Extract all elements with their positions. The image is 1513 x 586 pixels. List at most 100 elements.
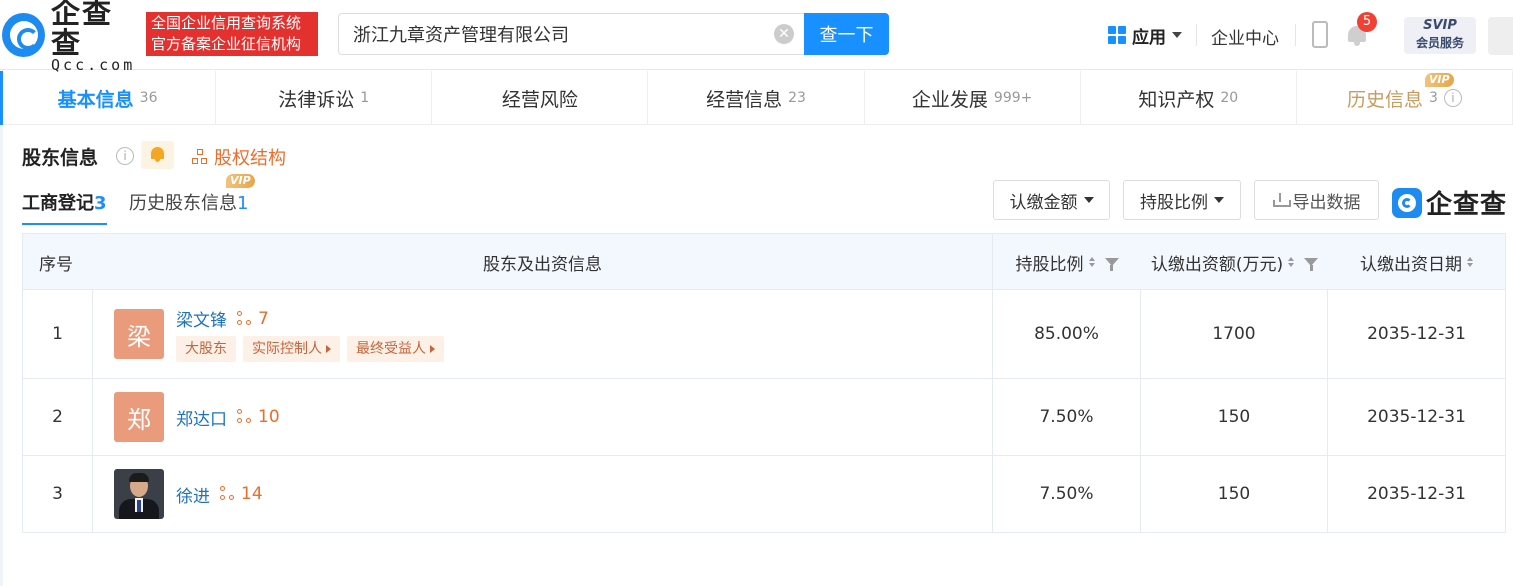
col-amount-label: 认缴出资额(万元) xyxy=(1150,254,1284,275)
shareholder-cell: 徐进 14 xyxy=(93,456,993,532)
ratio-cell: 7.50% xyxy=(993,456,1141,532)
info-icon[interactable]: i xyxy=(1443,89,1462,107)
credit-badge: 全国企业信用查询系统 官方备案企业征信机构 xyxy=(146,12,318,56)
relation-link[interactable]: 7 xyxy=(237,309,269,329)
tab-label: 经营信息 xyxy=(706,88,783,111)
tag-beneficiary[interactable]: 最终受益人 xyxy=(347,336,444,362)
row-index: 2 xyxy=(23,379,93,455)
tab-count: 1 xyxy=(360,90,370,106)
top-header: 企查查 Qcc.com 全国企业信用查询系统 官方备案企业征信机构 ✕ 查一下 … xyxy=(0,0,1513,73)
shareholder-name-link[interactable]: 梁文锋 xyxy=(176,306,227,331)
caret-right-icon xyxy=(430,345,435,353)
avatar[interactable]: 梁 xyxy=(114,309,164,359)
filter-amount-label: 认缴金额 xyxy=(1009,192,1078,213)
tab-label: 法律诉讼 xyxy=(278,88,355,111)
bell-icon[interactable] xyxy=(141,141,174,169)
relation-link[interactable]: 14 xyxy=(220,484,263,504)
filter-ratio-dropdown[interactable]: 持股比例 xyxy=(1123,180,1241,220)
ratio-cell: 85.00% xyxy=(993,290,1141,378)
search-box: ✕ xyxy=(338,13,804,55)
date-cell: 2035-12-31 xyxy=(1367,324,1466,344)
col-shareholder: 股东及出资信息 xyxy=(93,234,993,290)
amount-cell: 150 xyxy=(1141,456,1328,532)
filter-icon[interactable] xyxy=(1104,258,1119,271)
tag-label: 实际控制人 xyxy=(252,341,322,357)
ratio-cell: 7.50% xyxy=(993,379,1141,455)
tab-development[interactable]: 企业发展 999+ xyxy=(865,71,1081,125)
tag-major-shareholder: 大股东 xyxy=(176,336,236,362)
notification-count-badge: 5 xyxy=(1357,12,1377,32)
col-amount[interactable]: 认缴出资额(万元) xyxy=(1141,234,1328,290)
vip-badge: VIP xyxy=(1424,73,1454,87)
watermark-text: 企查查 xyxy=(1426,190,1508,220)
subtab-label: 历史股东信息 xyxy=(129,193,237,214)
tag-actual-controller[interactable]: 实际控制人 xyxy=(243,336,340,362)
search-input[interactable] xyxy=(339,14,759,54)
equity-structure-link[interactable]: 股权结构 xyxy=(192,144,286,170)
tab-count: 3 xyxy=(1428,90,1438,106)
clear-icon[interactable]: ✕ xyxy=(774,24,794,44)
row-index: 3 xyxy=(23,456,93,532)
tab-label: 历史信息 xyxy=(1346,88,1423,111)
info-icon[interactable]: i xyxy=(116,147,134,165)
sort-icon[interactable] xyxy=(1467,257,1473,267)
tab-label: 知识产权 xyxy=(1138,88,1215,111)
tab-history[interactable]: 历史信息 3 i VIP xyxy=(1297,71,1513,125)
mobile-phone-icon[interactable] xyxy=(1312,21,1328,48)
tab-label: 企业发展 xyxy=(911,88,988,111)
sort-icon[interactable] xyxy=(1288,257,1295,267)
shareholder-cell: 郑 郑达口 10 xyxy=(93,379,993,455)
logo[interactable]: 企查查 Qcc.com xyxy=(2,0,142,73)
subtab-registration[interactable]: 工商登记3 xyxy=(22,189,107,225)
col-date[interactable]: 认缴出资日期 xyxy=(1328,234,1505,290)
tab-count: 23 xyxy=(788,90,806,106)
tab-count: 20 xyxy=(1220,90,1239,106)
relation-count: 7 xyxy=(258,308,269,329)
apps-menu[interactable]: 应用 xyxy=(1108,24,1182,48)
export-label: 导出数据 xyxy=(1292,192,1361,213)
filter-amount-dropdown[interactable]: 认缴金额 xyxy=(993,180,1110,220)
search-button[interactable]: 查一下 xyxy=(804,13,889,55)
tab-ip[interactable]: 知识产权 20 xyxy=(1081,71,1297,125)
col-ratio[interactable]: 持股比例 xyxy=(993,234,1141,290)
avatar-photo[interactable] xyxy=(114,469,164,519)
chevron-down-icon xyxy=(1214,197,1224,203)
tab-business-risk[interactable]: 经营风险 xyxy=(432,71,649,125)
qcc-logo-icon xyxy=(1392,187,1422,218)
relation-graph-icon xyxy=(237,310,253,327)
credit-badge-line1: 全国企业信用查询系统 xyxy=(151,14,302,32)
filter-icon[interactable] xyxy=(1304,258,1319,271)
svip-label: SVIP xyxy=(1423,18,1457,33)
equity-structure-label: 股权结构 xyxy=(214,148,286,169)
shareholder-name-link[interactable]: 徐进 xyxy=(176,482,210,507)
amount-cell: 1700 xyxy=(1141,290,1328,378)
tab-litigation[interactable]: 法律诉讼 1 xyxy=(216,71,433,125)
svip-sub-label: 会员服务 xyxy=(1415,36,1464,50)
shareholder-table: 序号 股东及出资信息 持股比例 认缴出资额(万元) 认缴出资日期 1 梁 梁文锋 xyxy=(22,233,1506,533)
divider xyxy=(1295,24,1296,46)
sort-icon[interactable] xyxy=(1088,257,1095,267)
tab-business-info[interactable]: 经营信息 23 xyxy=(648,71,865,125)
relation-link[interactable]: 10 xyxy=(237,407,280,427)
divider xyxy=(1196,24,1197,46)
shareholder-name-link[interactable]: 郑达口 xyxy=(176,405,227,430)
export-button[interactable]: 导出数据 xyxy=(1254,180,1379,220)
download-icon xyxy=(1272,193,1291,207)
apps-label: 应用 xyxy=(1132,27,1166,48)
subtab-label: 工商登记 xyxy=(22,193,94,214)
svip-button[interactable]: SVIP 会员服务 xyxy=(1404,17,1476,54)
subtab-history-shareholders[interactable]: 历史股东信息1 xyxy=(129,189,248,215)
tab-basic-info[interactable]: 基本信息 36 xyxy=(0,71,217,125)
vip-badge: VIP xyxy=(226,174,255,188)
enterprise-center-link[interactable]: 企业中心 xyxy=(1211,24,1279,49)
chevron-down-icon xyxy=(1083,197,1094,203)
user-avatar[interactable] xyxy=(1488,17,1513,55)
tab-label: 基本信息 xyxy=(57,88,134,111)
date-cell: 2035-12-31 xyxy=(1367,484,1466,504)
credit-badge-line2: 官方备案企业征信机构 xyxy=(151,35,302,53)
apps-grid-icon xyxy=(1108,26,1126,44)
section-title: 股东信息 xyxy=(22,147,99,169)
relation-graph-icon xyxy=(237,409,253,425)
tab-label: 经营风险 xyxy=(501,88,578,111)
avatar[interactable]: 郑 xyxy=(114,392,164,442)
